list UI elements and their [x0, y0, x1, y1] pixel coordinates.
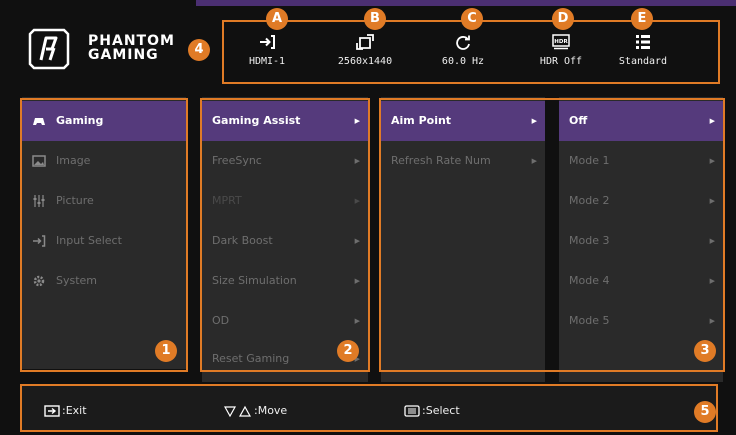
footer-select[interactable]: :Select — [404, 404, 460, 417]
footer-select-label: :Select — [422, 404, 460, 417]
phantom-gaming-logo: PHANTOM GAMING — [26, 26, 194, 72]
top-accent-strip — [196, 0, 736, 6]
status-badge-b: B — [364, 8, 386, 30]
status-hdr-value: HDR Off — [539, 56, 583, 67]
picture-mode-icon — [636, 35, 650, 49]
phantom-gaming-logo-icon — [28, 28, 70, 70]
status-resolution: 2560x1440 — [320, 34, 410, 67]
status-hdr: HDR HDR Off — [516, 34, 606, 67]
status-refresh-rate: 60.0 Hz — [418, 34, 508, 67]
footer-callout-badge: 5 — [694, 401, 716, 423]
brand-name-line2: GAMING — [88, 47, 159, 63]
status-input-value: HDMI-1 — [248, 56, 286, 67]
brand-callout-badge: 4 — [188, 39, 210, 61]
status-picture-mode: Standard — [598, 34, 688, 67]
hdr-icon: HDR — [552, 34, 570, 50]
exit-icon — [44, 404, 60, 417]
svg-text:HDR: HDR — [554, 39, 568, 45]
select-icon — [404, 404, 420, 417]
footer-exit[interactable]: :Exit — [44, 404, 87, 417]
status-refresh-value: 60.0 Hz — [441, 56, 485, 67]
options-frame — [379, 98, 725, 372]
move-icon — [224, 405, 252, 417]
footer-move[interactable]: :Move — [224, 404, 287, 417]
footer-move-label: :Move — [254, 404, 288, 417]
status-picture-mode-value: Standard — [618, 56, 668, 67]
brand-name: PHANTOM GAMING — [88, 34, 175, 62]
sub-menu-callout-badge: 2 — [337, 340, 359, 362]
status-badge-c: C — [461, 8, 483, 30]
main-menu-frame — [20, 98, 188, 372]
sub-menu-frame — [200, 98, 370, 372]
status-badge-d: D — [552, 8, 574, 30]
footer-exit-label: :Exit — [62, 404, 87, 417]
status-badge-e: E — [631, 8, 653, 30]
brand-name-line1: PHANTOM — [88, 33, 175, 49]
main-menu-callout-badge: 1 — [155, 340, 177, 362]
refresh-icon — [456, 35, 470, 50]
status-badge-a: A — [266, 8, 288, 30]
status-input: HDMI-1 — [222, 34, 312, 67]
status-resolution-value: 2560x1440 — [337, 56, 393, 67]
footer-frame — [20, 384, 718, 432]
input-icon — [260, 35, 275, 49]
options-callout-badge: 3 — [694, 340, 716, 362]
resolution-icon — [356, 34, 374, 50]
